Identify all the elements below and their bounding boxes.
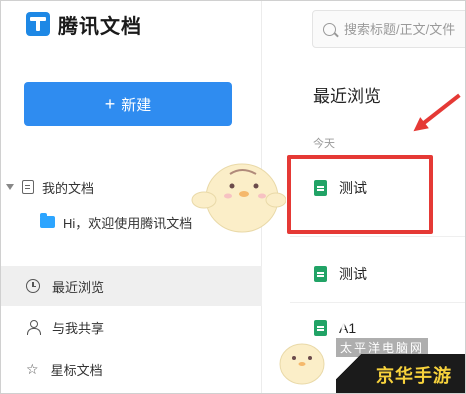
search-input[interactable] xyxy=(344,21,466,37)
file-name: 测试 xyxy=(339,266,367,282)
document-icon xyxy=(22,180,34,194)
sidebar-item-label: 与我共享 xyxy=(52,320,105,336)
chick-mascot-small-icon xyxy=(279,343,325,385)
folder-icon xyxy=(40,213,55,228)
group-label-today: 今天 xyxy=(313,138,335,150)
caret-down-icon[interactable] xyxy=(6,184,14,190)
folder-label: Hi，欢迎使用腾讯文档 xyxy=(63,215,193,231)
section-title: 最近浏览 xyxy=(313,87,381,106)
folder-item-welcome[interactable]: Hi，欢迎使用腾讯文档 xyxy=(40,212,192,232)
chick-mascot-icon xyxy=(191,163,286,233)
highlight-box xyxy=(287,155,433,234)
tencent-docs-logo-icon xyxy=(26,12,50,36)
app-name: 腾讯文档 xyxy=(58,15,142,38)
file-row[interactable]: 测试 xyxy=(286,246,466,302)
sidebar-item-recent[interactable]: 最近浏览 xyxy=(0,266,262,306)
sidebar-item-label: 星标文档 xyxy=(50,362,103,378)
sheet-icon xyxy=(314,266,327,282)
sidebar-item-shared[interactable]: 与我共享 xyxy=(0,307,262,347)
pconline-watermark: PConline xyxy=(340,310,432,335)
plus-icon: + xyxy=(104,94,116,114)
star-icon: ☆ xyxy=(26,361,39,377)
clock-icon xyxy=(26,279,40,293)
sidebar-item-starred[interactable]: ☆ 星标文档 xyxy=(0,349,262,389)
my-docs-label: 我的文档 xyxy=(42,180,95,196)
search-box[interactable] xyxy=(312,10,466,48)
new-button-label: 新建 xyxy=(121,96,152,114)
sidebar-item-my-docs[interactable]: 我的文档 xyxy=(6,177,94,197)
search-icon xyxy=(323,22,336,36)
row-divider xyxy=(290,236,466,237)
person-icon xyxy=(26,320,41,335)
corner-watermark: 京华手游 xyxy=(376,366,452,386)
sidebar-item-label: 最近浏览 xyxy=(52,279,105,295)
app-brand[interactable]: 腾讯文档 xyxy=(26,12,142,38)
sheet-icon xyxy=(314,320,327,336)
new-document-button[interactable]: + 新建 xyxy=(24,82,232,126)
